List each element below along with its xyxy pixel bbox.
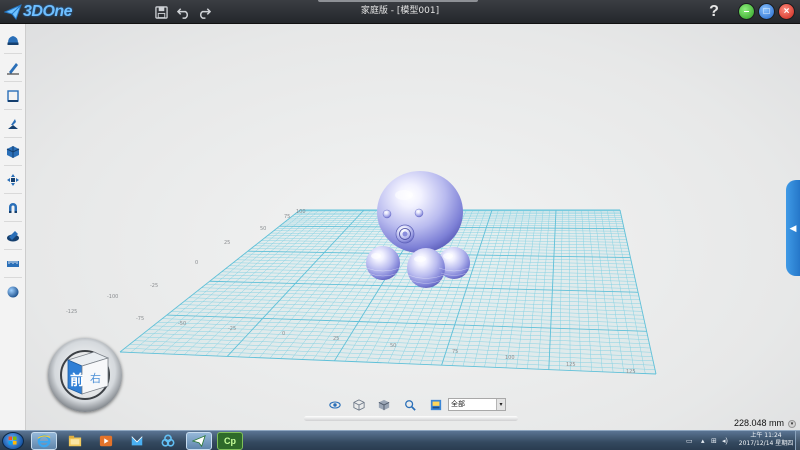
axis-label: 25: [333, 336, 339, 342]
minimize-icon: –: [743, 6, 750, 17]
view-filter-select[interactable]: 全部 ▾: [448, 398, 506, 411]
axis-label: -100: [107, 294, 118, 300]
axis-label: -75: [136, 316, 144, 322]
special-function-icon[interactable]: [3, 142, 23, 162]
sketch-pen-icon[interactable]: [3, 58, 23, 78]
captivate-icon[interactable]: Cp: [217, 432, 243, 450]
app-logo-text: 3DOne: [23, 3, 73, 20]
octopus-model[interactable]: [365, 171, 470, 288]
maximize-icon: □: [763, 6, 770, 17]
toolbar-separator: [4, 53, 22, 54]
toolbar-separator: [4, 165, 22, 166]
material-ball-icon[interactable]: [3, 282, 23, 302]
taskbar: Cp ▭ ▴ ⊞ ◂) 上午 11:24 2017/12/14 星期四: [0, 430, 800, 450]
taskbar-clock[interactable]: 上午 11:24 2017/12/14 星期四: [738, 432, 794, 448]
view-zoom-icon[interactable]: [403, 398, 417, 412]
axis-label: 50: [390, 343, 396, 349]
captivate-label: Cp: [224, 436, 236, 446]
axis-label: 125: [626, 369, 636, 375]
media-player-icon[interactable]: [93, 432, 119, 450]
left-toolbar: [0, 24, 26, 430]
start-button[interactable]: [2, 432, 24, 450]
axis-label: 0: [282, 331, 285, 337]
grid-size-value: 228.048 mm: [734, 418, 785, 428]
feature-modeling-icon[interactable]: [3, 114, 23, 134]
scene-canvas[interactable]: -125 -100 -75 -50 -25 0 25 50 75 100 125…: [26, 24, 800, 430]
measure-icon[interactable]: [3, 254, 23, 274]
toolbar-separator: [4, 81, 22, 82]
chevron-down-icon: ▾: [496, 399, 505, 410]
toolbar-separator: [4, 249, 22, 250]
3d-viewport[interactable]: -125 -100 -75 -50 -25 0 25 50 75 100 125…: [26, 24, 800, 430]
network-icon[interactable]: ⊞: [711, 437, 719, 445]
axis-label: 0: [195, 260, 198, 266]
axis-label: -25: [228, 326, 236, 332]
clock-time: 上午 11:24: [750, 432, 782, 439]
toolbar-separator: [4, 221, 22, 222]
save-icon[interactable]: [152, 3, 170, 21]
close-icon: ×: [783, 6, 790, 17]
explorer-icon[interactable]: [62, 432, 88, 450]
close-button[interactable]: ×: [778, 3, 795, 20]
show-hidden-icon[interactable]: ▴: [701, 437, 709, 445]
axis-label: -50: [178, 321, 186, 327]
toolbar-separator: [4, 137, 22, 138]
view-cube[interactable]: 前 右: [48, 338, 122, 412]
axis-label: 75: [452, 349, 458, 355]
axis-label: 100: [505, 355, 515, 361]
view-toolbar-shelf: [304, 416, 518, 421]
clock-date: 2017/12/14 星期四: [738, 440, 794, 447]
title-bar: 3DOne 家庭版 - [模型001] ? – □ ×: [0, 0, 800, 24]
view-cube-front-label: 前: [70, 372, 84, 389]
3done-taskbar-icon[interactable]: [186, 432, 212, 450]
app-logo[interactable]: 3DOne: [4, 2, 73, 22]
paper-plane-icon: [4, 4, 22, 21]
window-title: 家庭版 - [模型001]: [360, 6, 440, 16]
axis-label: 125: [566, 362, 576, 368]
show-desktop-button[interactable]: [795, 431, 800, 450]
toolbar-separator: [4, 193, 22, 194]
redo-icon[interactable]: [195, 3, 213, 21]
toolbar-separator: [4, 277, 22, 278]
view-cube-right-label: 右: [90, 371, 101, 385]
sketch-edit-icon[interactable]: [3, 86, 23, 106]
axis-label: -25: [150, 283, 158, 289]
view-eye-icon[interactable]: [328, 398, 342, 412]
grid-size-dropdown[interactable]: ▾: [788, 420, 796, 428]
axis-label: 75: [284, 214, 290, 220]
help-button[interactable]: ?: [706, 2, 722, 22]
view-cube-faces[interactable]: 前 右: [48, 338, 122, 412]
toolbar-separator: [4, 109, 22, 110]
view-isometric-icon[interactable]: [352, 398, 366, 412]
basic-solid-icon[interactable]: [3, 30, 23, 50]
feishu-icon[interactable]: [124, 432, 150, 450]
volume-icon[interactable]: ◂): [722, 437, 730, 445]
chevron-left-icon: ◀: [789, 222, 797, 233]
axis-label: 25: [224, 240, 230, 246]
basic-edit-icon[interactable]: [3, 170, 23, 190]
view-cube-icon[interactable]: [377, 398, 391, 412]
app-icon[interactable]: [155, 432, 181, 450]
combine-magnet-icon[interactable]: [3, 198, 23, 218]
axis-label: -125: [66, 309, 77, 315]
ie-icon[interactable]: [31, 432, 57, 450]
maximize-button[interactable]: □: [758, 3, 775, 20]
color-paint-icon[interactable]: [3, 226, 23, 246]
windows-logo-icon: [8, 436, 17, 445]
view-filter-value: 全部: [451, 400, 465, 408]
view-render-icon[interactable]: [429, 398, 443, 412]
undo-icon[interactable]: [174, 3, 192, 21]
right-panel-toggle[interactable]: ◀: [786, 180, 800, 276]
axis-label: 50: [260, 226, 266, 232]
axis-label: 100: [296, 209, 306, 215]
keyboard-icon[interactable]: ▭: [686, 437, 694, 445]
minimize-button[interactable]: –: [738, 3, 755, 20]
